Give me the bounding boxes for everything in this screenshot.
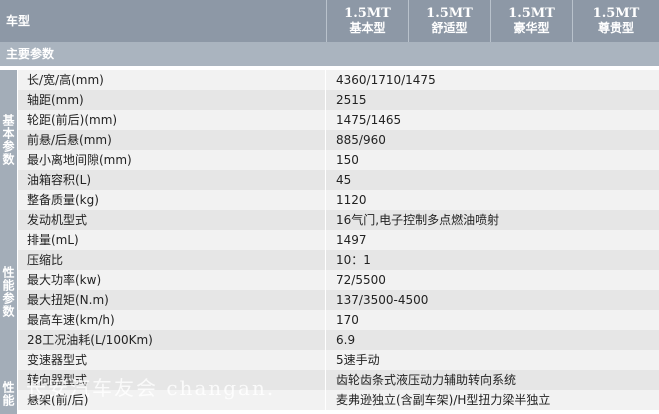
table-row: 轮距(前后)(mm) 1475/1465 [18,110,659,130]
group-basic-params: 基本参数 [0,70,18,210]
table-row: 发动机型式 16气门,电子控制多点燃油喷射 [18,210,659,230]
row-value: 4360/1710/1475 [336,73,436,87]
table-row: 最小离地间隙(mm) 150 [18,150,659,170]
row-label: 整备质量(kg) [18,190,326,210]
model-header-comfort: 1.5MT 舒适型 [409,0,490,42]
table-row: 最大扭矩(N.m) 137/3500-4500 [18,290,659,310]
row-value: 885/960 [336,133,386,147]
row-label: 变速器型式 [18,350,326,370]
model-engine: 1.5MT [426,6,473,21]
table-row: 28工况油耗(L/100Km) 6.9 [18,330,659,350]
table-row: 最大功率(kw) 72/5500 [18,270,659,290]
row-value: 137/3500-4500 [336,293,429,307]
section-title: 主要参数 [0,42,659,66]
row-value: 45 [336,173,352,187]
table-row: 长/宽/高(mm) 4360/1710/1475 [18,70,659,90]
row-label: 油箱容积(L) [18,170,326,190]
row-value: 齿轮齿条式液压动力辅助转向系统 [336,373,517,387]
row-value: 1120 [336,193,367,207]
row-label: 最大功率(kw) [18,270,326,290]
group-performance-params: 性能参数 [0,210,18,374]
row-value: 1475/1465 [336,113,402,127]
row-value: 16气门,电子控制多点燃油喷射 [336,213,500,227]
table-row: 转向器型式 齿轮齿条式液压动力辅助转向系统 [18,370,659,390]
model-header-basic: 1.5MT 基本型 [327,0,408,42]
group-label: 基本参数 [1,114,15,166]
group-label: 性能 [1,381,15,407]
header-title: 车型 [6,14,31,28]
table-row: 悬架(前/后) 麦弗逊独立(含副车架)/H型扭力梁半独立 [18,390,659,410]
table-row: 变速器型式 5速手动 [18,350,659,370]
table-row: 压缩比 10：1 [18,250,659,270]
model-trim: 基本型 [349,21,386,35]
model-header-premium: 1.5MT 尊贵型 [573,0,659,42]
table-body: 基本参数 性能参数 性能 长/宽/高(mm) 4360/1710/1475 轴距(m… [0,66,659,414]
model-engine: 1.5MT [592,6,640,21]
row-value: 10：1 [336,253,371,267]
table-row: 整备质量(kg) 1120 [18,190,659,210]
model-header-luxury: 1.5MT 豪华型 [491,0,572,42]
model-trim: 舒适型 [431,21,468,35]
row-value: 麦弗逊独立(含副车架)/H型扭力梁半独立 [336,393,551,407]
group-label: 性能参数 [1,266,15,318]
model-engine: 1.5MT [344,6,391,21]
model-trim: 尊贵型 [597,21,634,35]
row-label: 排量(mL) [18,230,326,250]
row-label: 轴距(mm) [18,90,326,110]
row-label: 轮距(前后)(mm) [18,110,326,130]
row-label: 悬架(前/后) [18,390,326,410]
row-label: 最大扭矩(N.m) [18,290,326,310]
row-value: 1497 [336,233,367,247]
row-value: 5速手动 [336,353,380,367]
table-row: 最高车速(km/h) 170 [18,310,659,330]
row-label: 最小离地间隙(mm) [18,150,326,170]
row-label: 最高车速(km/h) [18,310,326,330]
table-row: 轴距(mm) 2515 [18,90,659,110]
table-row: 油箱容积(L) 45 [18,170,659,190]
table-row: 排量(mL) 1497 [18,230,659,250]
group-performance-cont: 性能 [0,374,18,414]
row-label: 28工况油耗(L/100Km) [18,330,326,350]
model-engine: 1.5MT [508,6,555,21]
row-label: 前悬/后悬(mm) [18,130,326,150]
row-value: 170 [336,313,359,327]
row-label: 压缩比 [18,250,326,270]
table-row: 前悬/后悬(mm) 885/960 [18,130,659,150]
row-value: 2515 [336,93,367,107]
table-header: 车型 1.5MT 基本型 1.5MT 舒适型 1.5MT 豪华型 1.5MT 尊… [0,0,659,42]
model-trim: 豪华型 [513,21,550,35]
row-label: 发动机型式 [18,210,326,230]
row-label: 长/宽/高(mm) [18,70,326,90]
spec-table: 车型 1.5MT 基本型 1.5MT 舒适型 1.5MT 豪华型 1.5MT 尊… [0,0,659,414]
row-value: 6.9 [336,333,356,347]
row-value: 72/5500 [336,273,386,287]
row-label: 转向器型式 [18,370,326,390]
row-value: 150 [336,153,359,167]
